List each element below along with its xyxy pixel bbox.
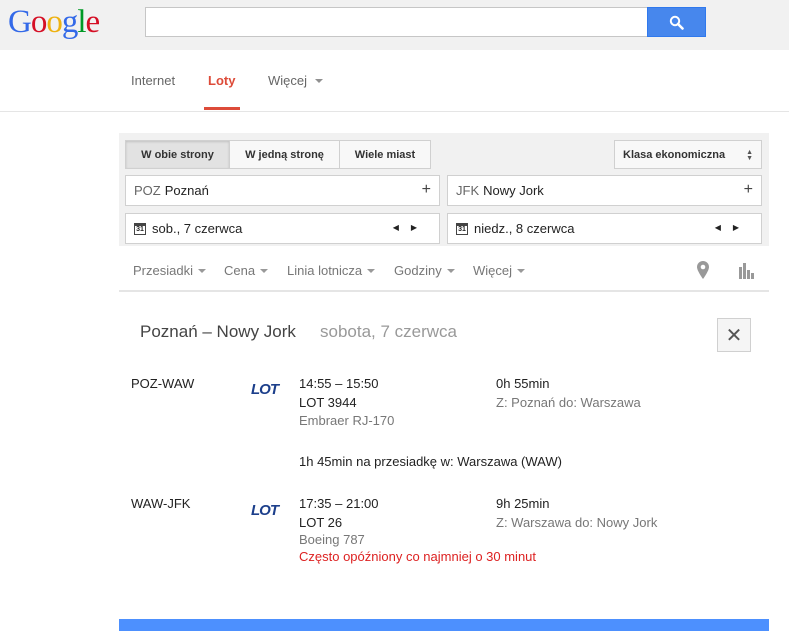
nav-tabs: Internet Loty Więcej xyxy=(0,50,789,112)
tab-internet[interactable]: Internet xyxy=(131,73,175,88)
segment-route: WAW-JFK xyxy=(131,496,191,511)
return-date-field[interactable]: 31 niedz., 8 czerwca ◀▶ xyxy=(447,213,762,244)
origin-city: Poznań xyxy=(164,183,209,198)
segment-aircraft: Boeing 787 xyxy=(299,532,365,547)
filter-stops[interactable]: Przesiadki xyxy=(133,263,206,278)
bar-chart-icon[interactable] xyxy=(739,263,754,279)
search-input[interactable] xyxy=(145,7,647,37)
trip-round-button[interactable]: W obie strony xyxy=(125,140,230,169)
filter-label: Cena xyxy=(224,263,256,278)
tab-more[interactable]: Więcej xyxy=(268,73,324,88)
chevron-down-icon xyxy=(315,79,324,83)
chevron-down-icon xyxy=(367,269,376,273)
lot-airline-logo: LOT xyxy=(251,381,279,398)
logo-letter: G xyxy=(8,4,32,40)
logo-letter: o xyxy=(30,4,47,40)
segment-flight-number: LOT 26 xyxy=(299,515,343,530)
google-logo[interactable]: Google xyxy=(8,4,101,41)
segment-flight-number: LOT 3944 xyxy=(299,395,357,410)
close-button[interactable]: ✕ xyxy=(717,318,751,352)
search-button[interactable] xyxy=(647,7,706,37)
filter-label: Godziny xyxy=(394,263,442,278)
chevron-down-icon xyxy=(197,269,206,273)
chevron-down-icon xyxy=(446,269,455,273)
next-date-icon[interactable]: ▶ xyxy=(411,223,429,232)
filter-label: Przesiadki xyxy=(133,263,193,278)
filter-price[interactable]: Cena xyxy=(224,263,269,278)
segment-times: 14:55 – 15:50 xyxy=(299,376,379,391)
segment-aircraft: Embraer RJ-170 xyxy=(299,413,395,428)
depart-date: sob., 7 czerwca xyxy=(152,221,243,236)
destination-city: Nowy Jork xyxy=(483,183,544,198)
lot-airline-logo: LOT xyxy=(251,502,279,519)
segment-duration: 9h 25min xyxy=(496,496,550,511)
tab-flights[interactable]: Loty xyxy=(208,73,235,88)
select-flight-bar[interactable] xyxy=(119,619,769,631)
date-arrows[interactable]: ◀▶ xyxy=(393,223,429,232)
destination-code: JFK xyxy=(456,183,480,198)
depart-date-field[interactable]: 31 sob., 7 czerwca ◀▶ xyxy=(125,213,440,244)
next-date-icon[interactable]: ▶ xyxy=(733,223,751,232)
trip-multicity-button[interactable]: Wiele miast xyxy=(339,140,431,169)
updown-arrows-icon: ▲ ▼ xyxy=(746,149,753,162)
close-icon: ✕ xyxy=(725,324,743,347)
flight-search-panel: W obie strony W jedną stronę Wiele miast… xyxy=(119,133,769,246)
filter-label: Linia lotnicza xyxy=(287,263,363,278)
trip-oneway-button[interactable]: W jedną stronę xyxy=(229,140,340,169)
segment-duration: 0h 55min xyxy=(496,376,550,391)
origin-field[interactable]: POZ Poznań + xyxy=(125,175,440,206)
map-pin-icon[interactable] xyxy=(697,261,709,279)
result-route-title: Poznań – Nowy Jork xyxy=(140,322,296,341)
prev-date-icon[interactable]: ◀ xyxy=(393,223,411,232)
active-tab-underline xyxy=(204,107,240,110)
filter-airline[interactable]: Linia lotnicza xyxy=(287,263,376,278)
segment-from-to: Z: Poznań do: Warszawa xyxy=(496,395,641,410)
cabin-class-select[interactable]: Klasa ekonomiczna ▲ ▼ xyxy=(614,140,762,169)
logo-letter: g xyxy=(61,4,78,40)
cabin-class-label: Klasa ekonomiczna xyxy=(623,148,726,161)
filter-bar: Przesiadki Cena Linia lotnicza Godziny W… xyxy=(119,250,769,292)
layover-info: 1h 45min na przesiadkę w: Warszawa (WAW) xyxy=(299,454,562,469)
prev-date-icon[interactable]: ◀ xyxy=(715,223,733,232)
add-origin-icon[interactable]: + xyxy=(422,181,431,199)
origin-code: POZ xyxy=(134,183,161,198)
filter-hours[interactable]: Godziny xyxy=(394,263,455,278)
destination-field[interactable]: JFK Nowy Jork + xyxy=(447,175,762,206)
segment-from-to: Z: Warszawa do: Nowy Jork xyxy=(496,515,658,530)
return-date: niedz., 8 czerwca xyxy=(474,221,575,236)
date-arrows[interactable]: ◀▶ xyxy=(715,223,751,232)
result-date: sobota, 7 czerwca xyxy=(320,322,458,341)
filter-more[interactable]: Więcej xyxy=(473,263,526,278)
logo-letter: l xyxy=(77,4,86,40)
search-icon xyxy=(669,15,684,30)
segment-times: 17:35 – 21:00 xyxy=(299,496,379,511)
delay-warning: Często opóźniony co najmniej o 30 minut xyxy=(299,549,537,564)
filter-label: Więcej xyxy=(473,263,513,278)
logo-letter: e xyxy=(85,4,101,40)
calendar-icon: 31 xyxy=(134,222,146,235)
top-bar: Google xyxy=(0,0,789,50)
chevron-down-icon xyxy=(517,269,526,273)
add-destination-icon[interactable]: + xyxy=(744,181,753,199)
tab-more-label: Więcej xyxy=(268,73,308,88)
segment-route: POZ-WAW xyxy=(131,376,195,391)
logo-letter: o xyxy=(46,4,62,40)
calendar-icon: 31 xyxy=(456,222,468,235)
chevron-down-icon xyxy=(260,269,269,273)
